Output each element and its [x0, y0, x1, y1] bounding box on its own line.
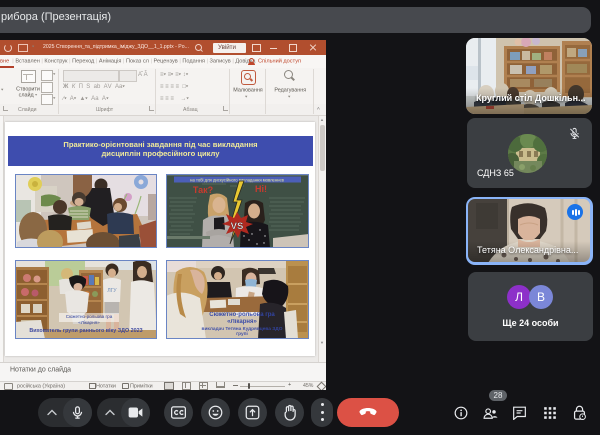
svg-text:Вихователь групи раннього віку: Вихователь групи раннього віку ЗДО 2023	[29, 328, 142, 334]
svg-text:ЛГУ: ЛГУ	[107, 288, 117, 294]
svg-text:VS: VS	[231, 221, 244, 232]
svg-text:Так?: Так?	[193, 185, 213, 195]
svg-text:на тобі для дискусійного викла: на тобі для дискусійного викладання мовл…	[190, 178, 284, 183]
svg-text:групі: групі	[236, 331, 248, 337]
svg-text:Сюжетно-рольова гра: Сюжетно-рольова гра	[66, 314, 113, 319]
svg-text:Ні!: Ні!	[255, 184, 267, 194]
svg-text:Сюжетно-рольова гра: Сюжетно-рольова гра	[209, 312, 275, 318]
svg-text:«Лікарня»: «Лікарня»	[227, 319, 257, 325]
svg-text:«Лікарня»: «Лікарня»	[78, 320, 100, 325]
